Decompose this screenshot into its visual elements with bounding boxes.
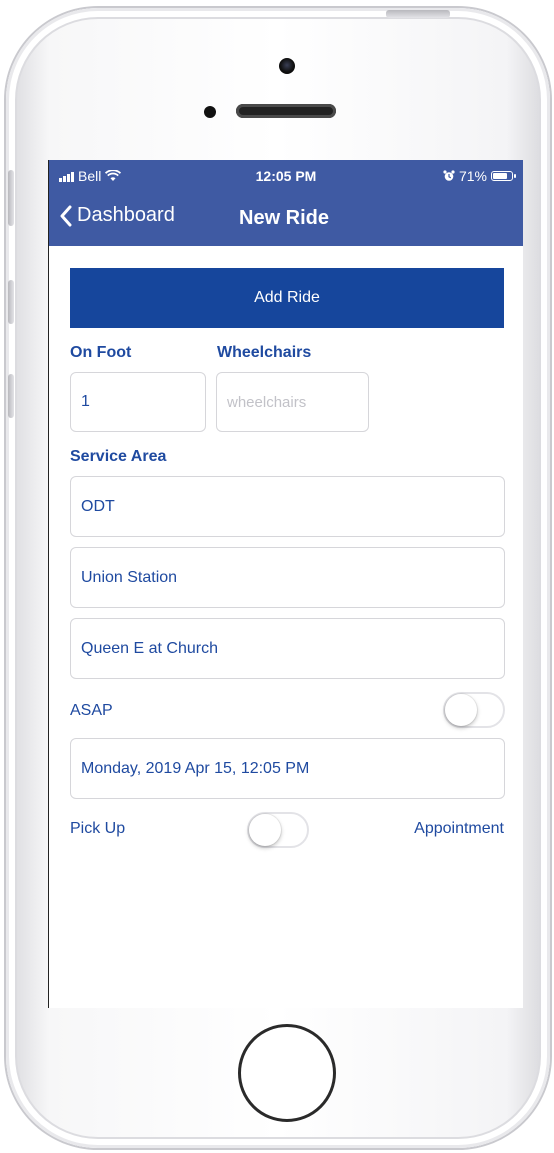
proximity-sensor [204,106,216,118]
pickup-appointment-toggle-knob [249,814,281,846]
chevron-left-icon [60,205,72,226]
service-area-field[interactable]: ODT [70,476,505,537]
on-foot-input[interactable]: 1 [70,372,206,432]
wifi-icon [105,170,122,181]
service-area-label: Service Area [70,448,167,465]
asap-label: ASAP [70,702,113,719]
wheelchairs-input[interactable]: wheelchairs [216,372,369,432]
carrier-group: Bell [59,168,122,184]
back-button[interactable]: Dashboard [59,204,175,227]
mute-switch [8,170,14,226]
origin-field[interactable]: Union Station [70,547,505,608]
on-foot-label: On Foot [70,344,132,361]
front-camera [279,58,295,74]
volume-down-button [8,374,14,418]
asap-toggle[interactable] [443,692,505,728]
pickup-label: Pick Up [70,820,126,837]
alarm-icon [443,170,455,181]
back-label: Dashboard [77,204,175,226]
destination-field[interactable]: Queen E at Church [70,618,505,679]
add-ride-button[interactable]: Add Ride [70,268,504,328]
battery-icon [491,171,516,181]
battery-percent: 71% [458,168,487,184]
app-screen: Bell 12:05 PM 71% Dashboard New Ride Add… [48,160,523,1008]
battery-group: 71% [443,168,516,184]
earpiece-speaker [236,104,336,118]
asap-toggle-knob [445,694,477,726]
wheelchairs-label: Wheelchairs [217,344,312,361]
signal-icon [59,171,74,182]
volume-up-button [8,280,14,324]
appointment-label: Appointment [414,820,504,837]
navigation-bar: Dashboard New Ride [49,190,523,246]
datetime-field[interactable]: Monday, 2019 Apr 15, 12:05 PM [70,738,505,799]
page-title: New Ride [239,207,330,229]
carrier-label: Bell [78,168,102,184]
status-bar: Bell 12:05 PM 71% [49,160,523,190]
pickup-appointment-toggle[interactable] [247,812,309,848]
power-button [386,10,450,18]
home-button[interactable] [238,1024,336,1122]
